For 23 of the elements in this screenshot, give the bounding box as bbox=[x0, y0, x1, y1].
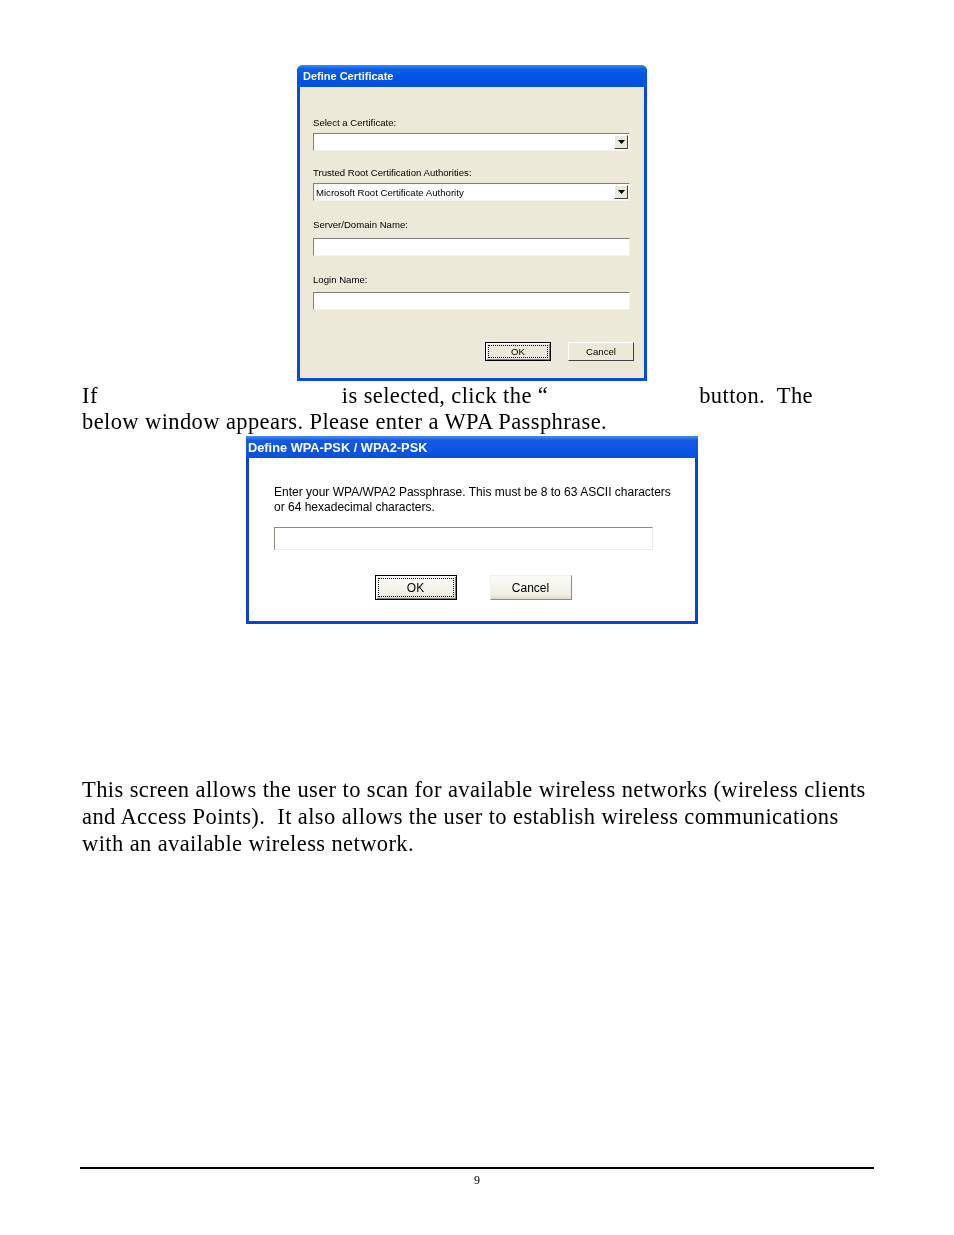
instruction-text: If is selected, click the “ button. The below window appears. Please enter a WPA Passphrase. bbox=[82, 383, 814, 435]
dialog-button[interactable]: Cancel bbox=[568, 342, 634, 361]
dropdown-field[interactable] bbox=[313, 133, 630, 151]
dropdown-field[interactable]: Microsoft Root Certificate Authority bbox=[313, 183, 630, 201]
dialog-message: Enter your WPA/WPA2 Passphrase. This must be 8 to 63 ASCII characters or 64 hexadecimal characters. bbox=[274, 485, 672, 515]
page-number: 9 bbox=[474, 1173, 480, 1187]
dropdown-button[interactable] bbox=[614, 185, 628, 199]
field-label: Select a Certificate: bbox=[313, 117, 397, 128]
field-label: Trusted Root Certification Authorities: bbox=[313, 167, 472, 178]
text-field[interactable] bbox=[313, 292, 630, 310]
window-title: Define Certificate bbox=[303, 69, 394, 83]
field-label: Server/Domain Name: bbox=[313, 219, 408, 230]
caret-icon bbox=[617, 190, 625, 194]
dialog-button[interactable]: Cancel bbox=[489, 575, 572, 600]
field-label: Login Name: bbox=[313, 273, 368, 285]
dialog-button[interactable]: OK bbox=[485, 342, 551, 361]
dialog-button[interactable]: OK bbox=[374, 575, 457, 600]
description-text: This screen allows the user to scan for available wireless networks (wireless clients and Access Points). It also allows the user to establish wireless communications with an available wireless network. bbox=[82, 776, 867, 857]
window-title: Define WPA-PSK / WPA2-PSK bbox=[248, 439, 428, 455]
text-field[interactable] bbox=[313, 237, 630, 256]
dropdown-button[interactable] bbox=[614, 135, 628, 149]
caret-icon bbox=[617, 140, 625, 144]
passphrase-field[interactable] bbox=[274, 527, 653, 550]
